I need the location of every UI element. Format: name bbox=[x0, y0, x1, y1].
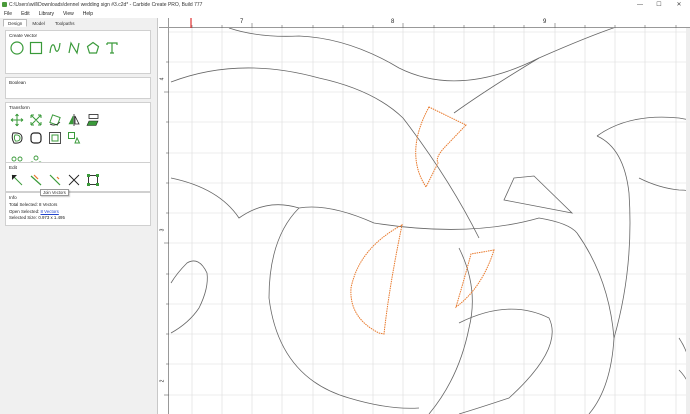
scale-icon[interactable] bbox=[29, 113, 43, 127]
info-title: Info bbox=[9, 195, 17, 200]
edit-section: Edit bbox=[5, 162, 151, 192]
ruler-label-3: 3 bbox=[159, 228, 166, 232]
menu-view[interactable]: View bbox=[63, 11, 74, 17]
split-icon[interactable] bbox=[48, 173, 62, 187]
edit-title: Edit bbox=[9, 165, 17, 170]
ruler-label-4: 4 bbox=[159, 77, 166, 81]
tab-toolpaths[interactable]: Toolpaths bbox=[50, 19, 80, 27]
create-vector-title: Create Vector bbox=[9, 33, 38, 38]
vertical-ruler[interactable]: 4 3 2 bbox=[159, 28, 169, 414]
rectangle-icon[interactable] bbox=[29, 41, 43, 55]
text-icon[interactable] bbox=[105, 41, 119, 55]
polyline-icon[interactable] bbox=[67, 41, 81, 55]
left-panel: Design Model Toolpaths Create Vector Boo… bbox=[0, 18, 158, 414]
info-section: Info Total Selected: 8 Vectors Open Sele… bbox=[5, 192, 151, 226]
boolean-title: Boolean bbox=[9, 80, 26, 85]
horizontal-ruler[interactable]: 7 8 9 bbox=[169, 18, 690, 28]
menu-bar: File Edit Library View Help bbox=[0, 9, 690, 18]
minimize-button[interactable]: — bbox=[633, 0, 647, 9]
vertical-scrollbar[interactable] bbox=[686, 28, 690, 414]
tab-design[interactable]: Design bbox=[3, 19, 28, 27]
transform-title: Transform bbox=[9, 105, 30, 110]
align-icon[interactable] bbox=[86, 113, 100, 127]
app-icon bbox=[2, 2, 7, 7]
cut-icon[interactable] bbox=[67, 173, 81, 187]
mirror-icon[interactable] bbox=[67, 113, 81, 127]
polygon-icon[interactable] bbox=[86, 41, 100, 55]
ruler-label-8: 8 bbox=[391, 19, 395, 25]
rotate-icon[interactable] bbox=[48, 113, 62, 127]
window-title: C:\Users\will\Downloads\dennel wedding s… bbox=[9, 1, 203, 8]
open-selected-label: Open Selected: bbox=[9, 208, 40, 214]
vertical-ruler-ticks bbox=[164, 61, 169, 396]
ruler-corner bbox=[159, 18, 169, 28]
close-button[interactable]: ✕ bbox=[672, 0, 686, 9]
canvas-drawing bbox=[169, 25, 690, 414]
fillet-icon[interactable] bbox=[29, 131, 43, 145]
offset-icon[interactable] bbox=[10, 131, 24, 145]
maximize-button[interactable]: ☐ bbox=[652, 0, 666, 9]
circle-icon[interactable] bbox=[10, 41, 24, 55]
group-icon[interactable] bbox=[48, 131, 62, 145]
total-selected-label: Total Selected: bbox=[9, 202, 38, 207]
join-vectors-tooltip: Join Vectors bbox=[40, 189, 69, 196]
total-selected-value: 8 Vectors bbox=[39, 202, 58, 207]
horizontal-ruler-ticks bbox=[190, 18, 677, 28]
boolean-section: Boolean bbox=[5, 77, 151, 99]
ungroup-icon[interactable] bbox=[67, 131, 81, 145]
move-icon[interactable] bbox=[10, 113, 24, 127]
menu-edit[interactable]: Edit bbox=[21, 11, 30, 17]
selected-size-value: 0.973 x 1.495 bbox=[38, 215, 65, 220]
create-vector-section: Create Vector bbox=[5, 30, 151, 74]
join-vectors-icon[interactable] bbox=[29, 173, 43, 187]
tab-model[interactable]: Model bbox=[27, 19, 50, 27]
ruler-label-7: 7 bbox=[240, 19, 244, 25]
selected-size-label: Selected Size: bbox=[9, 215, 38, 220]
menu-file[interactable]: File bbox=[4, 11, 12, 17]
ruler-label-9: 9 bbox=[543, 19, 547, 25]
panel-tabs: Design Model Toolpaths bbox=[0, 18, 157, 27]
open-selected-link[interactable]: 8 Vectors bbox=[41, 209, 59, 214]
menu-help[interactable]: Help bbox=[83, 11, 93, 17]
design-canvas[interactable]: 7 8 9 4 3 2 bbox=[159, 18, 690, 414]
ruler-label-2: 2 bbox=[159, 379, 166, 383]
bounding-box-icon[interactable] bbox=[86, 173, 100, 187]
menu-library[interactable]: Library bbox=[39, 11, 54, 17]
title-bar: C:\Users\will\Downloads\dennel wedding s… bbox=[0, 0, 690, 9]
node-edit-icon[interactable] bbox=[10, 173, 24, 187]
curve-icon[interactable] bbox=[48, 41, 62, 55]
selected-size-row: Selected Size: 0.973 x 1.495 bbox=[6, 215, 150, 222]
